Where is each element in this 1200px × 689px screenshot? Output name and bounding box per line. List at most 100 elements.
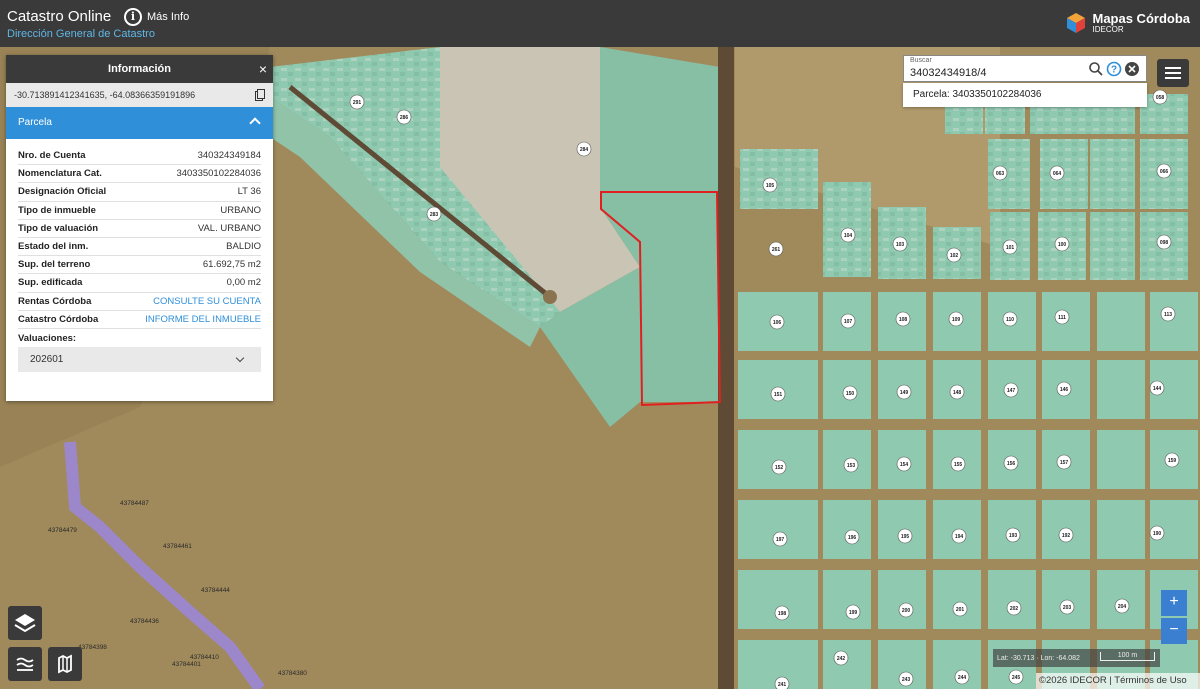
svg-text:063: 063 [996, 171, 1005, 177]
parcel-label: 198 [774, 605, 790, 621]
row-value: 340324349184 [197, 150, 261, 162]
zoom-out-button[interactable]: − [1161, 618, 1187, 644]
copy-icon[interactable] [255, 89, 265, 101]
svg-text:111: 111 [1058, 315, 1066, 321]
svg-text:155: 155 [954, 462, 963, 468]
svg-text:243: 243 [902, 677, 911, 683]
parcel-label: 193 [1005, 527, 1021, 543]
parcel-label: 244 [954, 669, 970, 685]
svg-text:203: 203 [1063, 605, 1072, 611]
svg-text:244: 244 [958, 675, 967, 681]
parcel-label: 110 [1002, 311, 1018, 327]
svg-text:152: 152 [775, 465, 784, 471]
svg-text:151: 151 [774, 392, 783, 398]
cube-icon [1067, 13, 1086, 33]
parcel-label: 199 [845, 604, 861, 620]
svg-text:159: 159 [1168, 458, 1177, 464]
layers-button[interactable] [8, 606, 42, 640]
zoom-in-button[interactable]: + [1161, 590, 1187, 616]
svg-text:283: 283 [430, 212, 439, 218]
parcel-label: 106 [769, 314, 785, 330]
parcel-label: 192 [1058, 527, 1074, 543]
layers-icon [14, 614, 36, 633]
block [1090, 139, 1135, 209]
svg-text:284: 284 [580, 147, 589, 153]
block [1097, 500, 1145, 559]
block [1042, 570, 1090, 629]
info-panel: Información × -30.713891412341635, -64.0… [6, 55, 273, 401]
svg-text:104: 104 [844, 233, 853, 239]
parcel-label: 243 [898, 671, 914, 687]
waves-icon [16, 657, 34, 671]
parcel-label: 202 [1006, 600, 1022, 616]
parcel-label: 149 [896, 384, 912, 400]
valuaciones-selected: 202601 [30, 353, 64, 365]
parcel-label: 103 [892, 236, 908, 252]
parcel-label: 100 [1054, 236, 1070, 252]
help-icon[interactable]: ? [1106, 61, 1122, 77]
account-label: 43784461 [163, 543, 192, 550]
basemap-button[interactable] [48, 647, 82, 681]
parcela-section-toggle[interactable]: Parcela [6, 107, 273, 139]
table-row: Nomenclatura Cat. 3403350102284036 [18, 165, 261, 184]
clear-icon[interactable] [1124, 61, 1140, 77]
parcel-label: 261 [768, 241, 784, 257]
search-suggestion[interactable]: Parcela: 3403350102284036 [903, 83, 1147, 107]
parcel-label: 157 [1056, 454, 1072, 470]
row-key: Estado del inm. [18, 241, 89, 253]
svg-text:106: 106 [773, 320, 782, 326]
valuaciones-select[interactable]: 202601 [18, 346, 261, 372]
block [933, 570, 981, 629]
parcel-label: 146 [1056, 381, 1072, 397]
parcel-label: 107 [840, 313, 856, 329]
chevron-down-icon [235, 353, 245, 363]
close-icon[interactable]: × [259, 55, 267, 83]
account-label: 43784401 [172, 661, 201, 668]
parcel-label: 063 [992, 165, 1008, 181]
svg-text:204: 204 [1118, 604, 1127, 610]
parcel-label: 201 [952, 601, 968, 617]
info-icon[interactable]: i [124, 8, 142, 26]
row-key: Catastro Córdoba [18, 313, 99, 325]
parcel-label: 104 [840, 227, 856, 243]
search-box: Buscar ? [903, 55, 1147, 82]
svg-text:195: 195 [901, 534, 910, 540]
search-input[interactable] [910, 67, 1080, 79]
coordinates-row: -30.713891412341635, -64.08366359191896 [6, 83, 273, 107]
block [1090, 212, 1135, 280]
row-key: Sup. del terreno [18, 259, 91, 271]
legend-button[interactable] [8, 647, 42, 681]
more-info-link[interactable]: Más Info [147, 11, 189, 23]
svg-text:291: 291 [353, 100, 362, 106]
informe-link[interactable]: INFORME DEL INMUEBLE [145, 314, 261, 325]
svg-text:193: 193 [1009, 533, 1018, 539]
attribution[interactable]: ©2026 IDECOR | Términos de Uso [1036, 673, 1200, 689]
svg-text:105: 105 [766, 183, 775, 189]
hamburger-menu-icon[interactable] [1157, 59, 1189, 87]
app-subtitle[interactable]: Dirección General de Catastro [7, 28, 155, 40]
parcel-label: 064 [1049, 165, 1065, 181]
parcel-label: 148 [949, 384, 965, 400]
svg-text:196: 196 [848, 535, 857, 541]
svg-text:261: 261 [772, 247, 781, 253]
parcel-label: 066 [1156, 163, 1172, 179]
brand-logo: Mapas Córdoba IDECOR [1065, 10, 1190, 36]
svg-text:146: 146 [1060, 387, 1069, 393]
row-value: VAL. URBANO [197, 222, 261, 234]
block [738, 570, 818, 629]
parcel-label: 284 [576, 141, 592, 157]
parcel-label: 197 [772, 531, 788, 547]
brand-sub: IDECOR [1092, 25, 1124, 34]
svg-text:100: 100 [1058, 242, 1067, 248]
rentas-link[interactable]: CONSULTE SU CUENTA [153, 296, 261, 307]
svg-text:199: 199 [849, 610, 858, 616]
parcel-label: 286 [396, 109, 412, 125]
row-key: Tipo de inmueble [18, 204, 96, 216]
table-row: Sup. edificada 0,00 m2 [18, 274, 261, 293]
row-key: Nro. de Cuenta [18, 150, 86, 162]
table-row: Estado del inm. BALDIO [18, 238, 261, 257]
row-key: Designación Oficial [18, 186, 107, 198]
parcel-label: 195 [897, 528, 913, 544]
search-icon[interactable] [1088, 61, 1104, 77]
chevron-up-icon [249, 117, 261, 129]
